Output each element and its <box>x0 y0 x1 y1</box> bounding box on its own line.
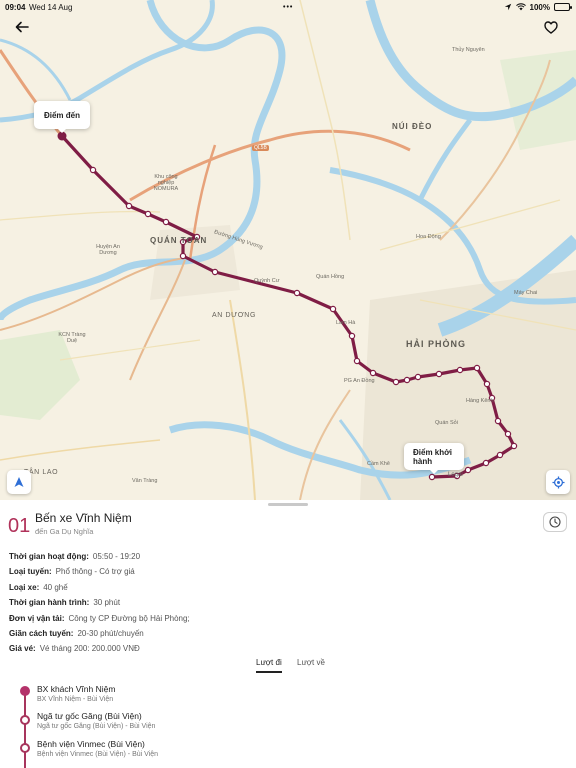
schedule-button[interactable] <box>543 512 567 532</box>
route-info-list: Thời gian hoạt động: 05:50 - 19:20 Loại t… <box>9 549 529 657</box>
route-stop-marker[interactable] <box>483 380 491 388</box>
map-label: Hoa Động <box>416 234 441 240</box>
battery-icon <box>554 3 572 11</box>
location-arrow-icon <box>504 3 511 11</box>
route-stop-marker[interactable] <box>179 252 187 260</box>
map-label: PG An Đồng <box>344 378 375 384</box>
info-row-type: Loại tuyến: Phổ thông - Có trợ giá <box>9 567 135 577</box>
status-bar: 09:04 Wed 14 Aug ••• 100% <box>0 0 576 14</box>
stop-dot <box>20 686 30 696</box>
map-label: Quán Hồng <box>316 274 345 280</box>
map-label: KCN Tràng Duệ <box>58 332 86 344</box>
route-stop-marker[interactable] <box>456 366 464 374</box>
route-stop-marker[interactable] <box>414 373 422 381</box>
route-stop-marker[interactable] <box>504 430 512 438</box>
tab-return[interactable]: Lượt về <box>297 658 325 671</box>
map-label: HẢI PHÒNG <box>406 339 467 349</box>
stop-dot <box>20 743 30 753</box>
map-base <box>0 0 576 500</box>
map-label: AN DƯƠNG <box>212 312 257 319</box>
back-arrow-icon <box>15 21 29 33</box>
stop-address: Ngã tư gốc Găng (Bùi Viện) - Bùi Viện <box>37 723 156 730</box>
route-stop-marker[interactable] <box>392 378 400 386</box>
map-label: NÚI ĐÈO <box>392 122 433 131</box>
multitasking-dots[interactable]: ••• <box>283 4 293 11</box>
map-label: Vân Tràng <box>132 478 158 484</box>
status-time: 09:04 <box>5 2 26 12</box>
info-row-frequency: Giãn cách tuyến: 20-30 phút/chuyến <box>9 628 144 638</box>
stop-name: Bệnh viện Vinmec (Bùi Viện) <box>37 739 145 749</box>
route-stop-marker[interactable] <box>144 210 152 218</box>
route-stop-marker[interactable] <box>293 289 301 297</box>
map-label: Huyện An Dương <box>96 244 120 256</box>
stop-name: Ngã tư gốc Găng (Bùi Viện) <box>37 711 142 721</box>
list-item[interactable]: Bệnh viện Vinmec (Bùi Viện) Bệnh viện Vi… <box>0 739 576 767</box>
list-item[interactable]: Ngã tư gốc Găng (Bùi Viện) Ngã tư gốc Gă… <box>0 711 576 739</box>
route-stop-marker[interactable] <box>369 369 377 377</box>
info-row-operator: Đơn vị vận tải: Công ty CP Đường bộ Hải P… <box>9 613 190 623</box>
tab-outbound[interactable]: Lượt đi <box>256 658 282 673</box>
route-stop-marker[interactable] <box>125 202 133 210</box>
route-stop-marker[interactable] <box>435 370 443 378</box>
stop-name: BX khách Vĩnh Niệm <box>37 684 116 694</box>
back-button[interactable] <box>10 16 34 38</box>
locate-icon <box>551 475 565 489</box>
battery-percent: 100% <box>529 2 550 12</box>
route-stop-marker[interactable] <box>482 459 490 467</box>
route-stop-marker[interactable] <box>403 376 411 384</box>
heart-icon <box>544 20 558 34</box>
wifi-icon <box>515 3 526 11</box>
info-row-vehicle: Loại xe: 40 ghế <box>9 582 68 592</box>
map-label: Quỳnh Cư <box>254 278 280 284</box>
status-indicators: 100% <box>504 2 572 12</box>
route-stop-marker[interactable] <box>464 466 472 474</box>
road-shield: QL5B <box>252 145 269 151</box>
route-stop-marker[interactable] <box>353 357 361 365</box>
route-stop-marker[interactable] <box>89 166 97 174</box>
route-stop-marker[interactable] <box>348 332 356 340</box>
route-stop-marker[interactable] <box>329 305 337 313</box>
map-label: Lam Hà <box>336 320 356 326</box>
map-label: Thủy Nguyên <box>452 47 485 53</box>
stop-address: BX Vĩnh Niệm - Bùi Viện <box>37 696 114 703</box>
favorite-button[interactable] <box>540 16 562 38</box>
map-label: Khu công nghiệp NOMURA <box>153 174 179 192</box>
route-stop-marker[interactable] <box>494 417 502 425</box>
destination-callout[interactable]: Điểm đến <box>34 101 90 133</box>
map-label: Hàng Kênh <box>466 398 494 404</box>
route-stop-marker[interactable] <box>211 268 219 276</box>
route-stop-marker[interactable] <box>510 442 518 450</box>
info-row-hours: Thời gian hoạt động: 05:50 - 19:20 <box>9 552 141 561</box>
map-label: Cầm Khê <box>367 461 390 467</box>
locate-button[interactable] <box>546 470 570 494</box>
info-row-price: Giá vé: Vé tháng 200: 200.000 VNĐ <box>9 644 140 654</box>
route-stop-marker[interactable] <box>496 451 504 459</box>
map-label: Quán Sỏi <box>435 420 458 426</box>
departure-callout[interactable]: Điểm khởi hành <box>404 443 464 474</box>
clock-icon <box>549 516 561 528</box>
route-subtitle: đến Ga Dụ Nghĩa <box>35 527 94 536</box>
route-stop-marker[interactable] <box>162 218 170 226</box>
info-row-duration: Thời gian hành trình: 30 phút <box>9 598 121 608</box>
map-label: Máy Chai <box>514 290 538 296</box>
list-item[interactable]: BX khách Vĩnh Niệm BX Vĩnh Niệm - Bùi Vi… <box>0 684 576 712</box>
route-title: Bến xe Vĩnh Niệm <box>35 511 132 525</box>
route-stop-marker[interactable] <box>428 473 436 481</box>
direction-tabs: Lượt đi Lượt về <box>0 658 576 676</box>
sheet-grabber[interactable] <box>268 503 308 506</box>
navigation-arrow-icon <box>14 477 24 487</box>
legal-link[interactable]: Legal <box>448 472 463 478</box>
route-stop-marker[interactable] <box>473 364 481 372</box>
route-number: 01 <box>8 515 31 537</box>
status-date: Wed 14 Aug <box>29 2 73 12</box>
navigation-button[interactable] <box>7 470 31 494</box>
stop-dot <box>20 715 30 725</box>
stop-address: Bệnh viện Vinmec (Bùi Viện) - Bùi Viện <box>37 751 159 758</box>
map-label: QUÁN TOAN <box>150 236 208 245</box>
route-detail-sheet[interactable]: 01 Bến xe Vĩnh Niệm đến Ga Dụ Nghĩa Thời… <box>0 500 576 768</box>
route-map[interactable]: Thủy Nguyên NÚI ĐÈO QUÁN TOAN AN DƯƠNG H… <box>0 0 576 500</box>
